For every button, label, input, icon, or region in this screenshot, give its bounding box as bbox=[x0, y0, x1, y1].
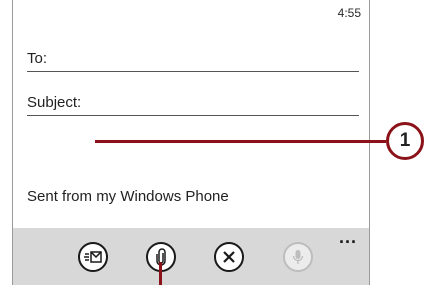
status-time: 4:55 bbox=[337, 6, 361, 20]
send-button[interactable] bbox=[78, 242, 108, 272]
callout-pointer bbox=[159, 262, 162, 285]
subject-label: Subject: bbox=[27, 94, 82, 111]
callout-badge: 1 bbox=[386, 122, 424, 160]
message-body[interactable]: Sent from my Windows Phone bbox=[27, 188, 229, 205]
subject-field[interactable]: Subject: bbox=[27, 94, 359, 116]
to-label: To: bbox=[27, 50, 48, 67]
microphone-icon bbox=[292, 250, 304, 264]
to-field[interactable]: To: bbox=[27, 50, 359, 72]
more-button[interactable]: ... bbox=[333, 228, 363, 252]
app-bar: ... bbox=[13, 228, 369, 285]
discard-button[interactable] bbox=[214, 242, 244, 272]
dictate-button[interactable] bbox=[283, 242, 313, 272]
send-email-icon bbox=[84, 251, 102, 263]
callout-line bbox=[95, 140, 386, 143]
close-x-icon bbox=[223, 251, 235, 263]
